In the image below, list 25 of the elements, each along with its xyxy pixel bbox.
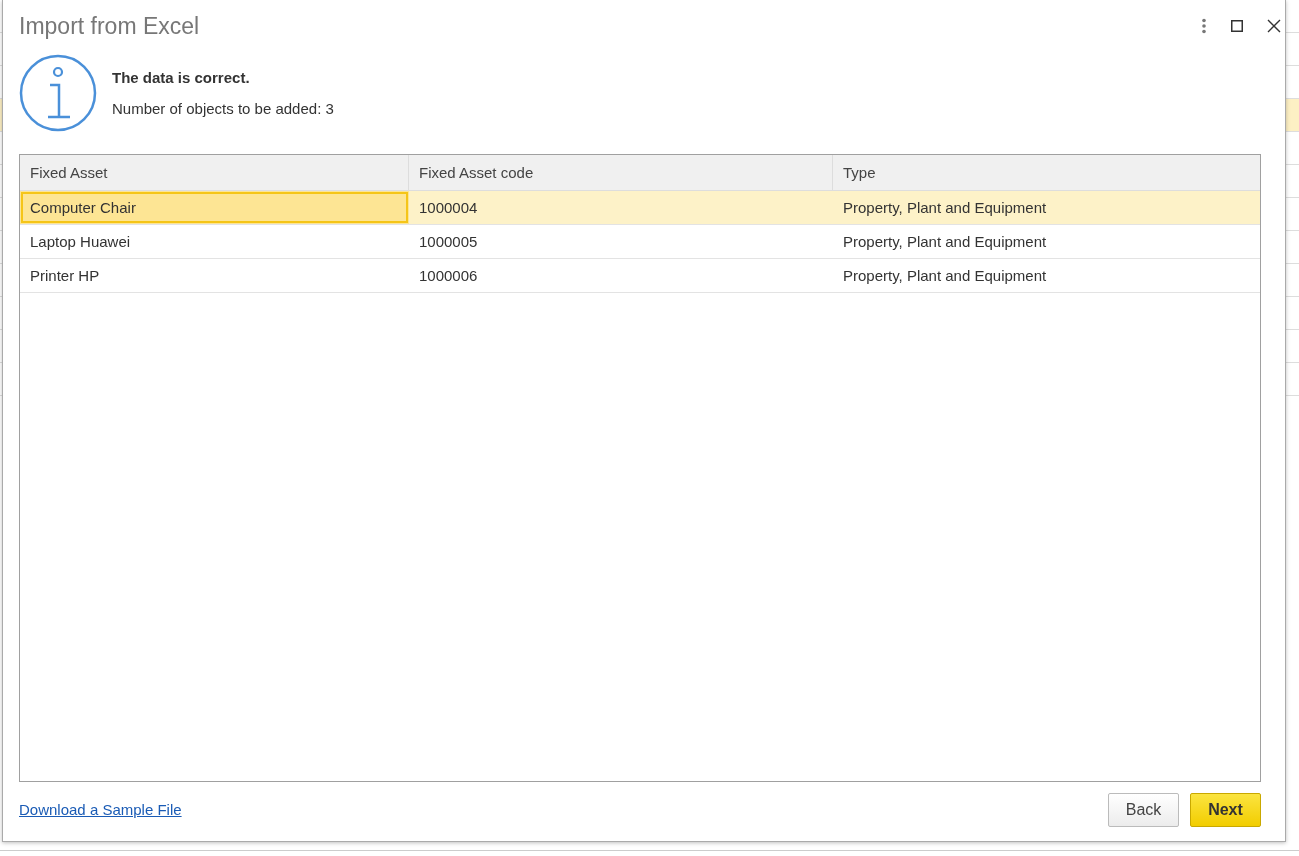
message-detail: Number of objects to be added: 3 xyxy=(112,100,334,117)
table-cell-text: 1000006 xyxy=(418,266,479,286)
download-sample-link[interactable]: Download a Sample File xyxy=(19,801,182,818)
more-icon[interactable] xyxy=(1201,18,1207,34)
table-row[interactable]: Printer HP 1000006 Property, Plant and Equipment xyxy=(20,259,1260,293)
close-icon[interactable] xyxy=(1267,19,1281,33)
table-cell-text: Property, Plant and Equipment xyxy=(842,198,1048,218)
column-header[interactable]: Fixed Asset xyxy=(20,155,409,190)
info-icon xyxy=(19,54,97,132)
column-header[interactable]: Type xyxy=(833,155,1260,190)
table-cell-text: Property, Plant and Equipment xyxy=(842,266,1048,286)
table-cell-text: 1000004 xyxy=(418,198,479,218)
column-header[interactable]: Fixed Asset code xyxy=(409,155,833,190)
table-row[interactable]: Laptop Huawei 1000005 Property, Plant and Equipment xyxy=(20,225,1260,259)
next-button[interactable]: Next xyxy=(1190,792,1261,827)
table-cell-text: Printer HP xyxy=(29,266,101,286)
window-title: Import from Excel xyxy=(19,12,200,40)
maximize-icon[interactable] xyxy=(1231,20,1243,32)
table-cell-text: Laptop Huawei xyxy=(29,232,132,252)
table-row[interactable]: Computer Chair 1000004 Property, Plant and Equipment xyxy=(20,191,1260,225)
table-cell-text: Property, Plant and Equipment xyxy=(842,232,1048,252)
table-cell-text: 1000005 xyxy=(418,232,479,252)
back-button[interactable]: Back xyxy=(1108,792,1179,827)
message-heading: The data is correct. xyxy=(112,69,251,86)
table-cell: Computer Chair xyxy=(20,191,409,224)
